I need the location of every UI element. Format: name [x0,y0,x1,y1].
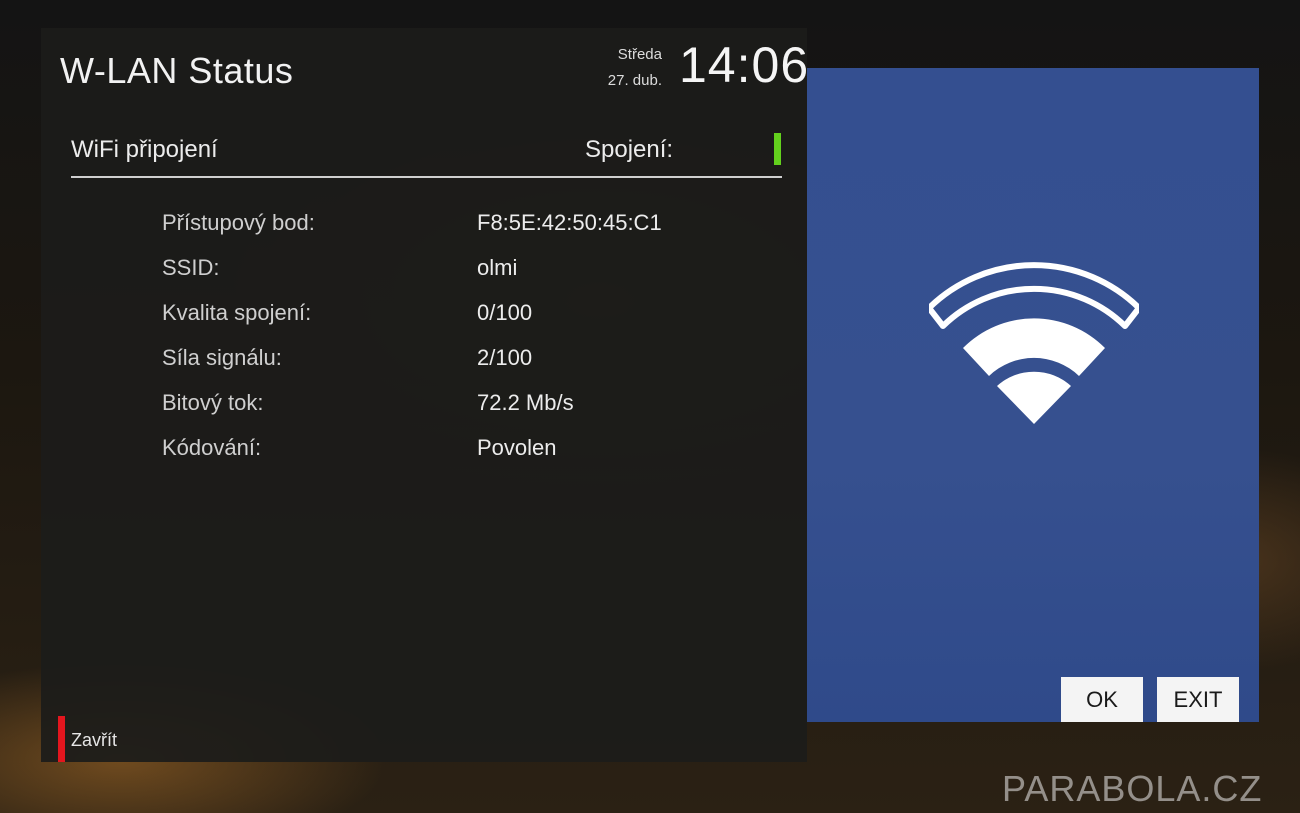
wifi-icon [929,262,1139,424]
connection-header-row: WiFi připojení Spojení: [71,128,782,178]
info-key: SSID: [162,255,220,280]
wlan-info-table: Přístupový bod: F8:5E:42:50:45:C1 SSID: … [162,206,722,476]
connection-status-indicator [774,133,781,165]
watermark: PARABOLA.CZ [1002,768,1263,809]
exit-button[interactable]: EXIT [1157,677,1239,722]
info-key: Síla signálu: [162,345,282,370]
wifi-preview-panel: OK EXIT [807,68,1259,722]
ok-button[interactable]: OK [1061,677,1143,722]
info-key: Kódování: [162,435,262,460]
info-value: 72.2 Mb/s [477,390,574,415]
page-title: W-LAN Status [60,50,294,91]
info-key: Kvalita spojení: [162,300,312,325]
info-row-signal-strength: Síla signálu: 2/100 [162,341,722,386]
day-label: Středa [617,46,662,63]
info-value: Povolen [477,435,557,460]
wifi-connection-label: WiFi připojení [71,136,218,163]
info-value: 0/100 [477,300,533,325]
info-row-ssid: SSID: olmi [162,251,722,296]
clock: 14:06 [679,37,810,93]
info-row-link-quality: Kvalita spojení: 0/100 [162,296,722,341]
connection-status-label: Spojení: [585,136,674,163]
red-key-indicator [58,716,65,762]
date-label: 27. dub. [607,72,662,89]
info-row-bitrate: Bitový tok: 72.2 Mb/s [162,386,722,431]
date-display: Středa 27. dub. [608,42,662,94]
info-value: olmi [477,255,518,280]
wlan-status-panel: W-LAN Status Středa 27. dub. 14:06 WiFi … [41,28,810,762]
info-key: Bitový tok: [162,390,264,415]
close-hint[interactable]: Zavřít [58,716,258,762]
info-key: Přístupový bod: [162,210,315,235]
info-value: F8:5E:42:50:45:C1 [477,210,662,235]
info-row-access-point: Přístupový bod: F8:5E:42:50:45:C1 [162,206,722,251]
info-value: 2/100 [477,345,533,370]
close-label: Zavřít [71,730,118,750]
info-row-encryption: Kódování: Povolen [162,431,722,476]
